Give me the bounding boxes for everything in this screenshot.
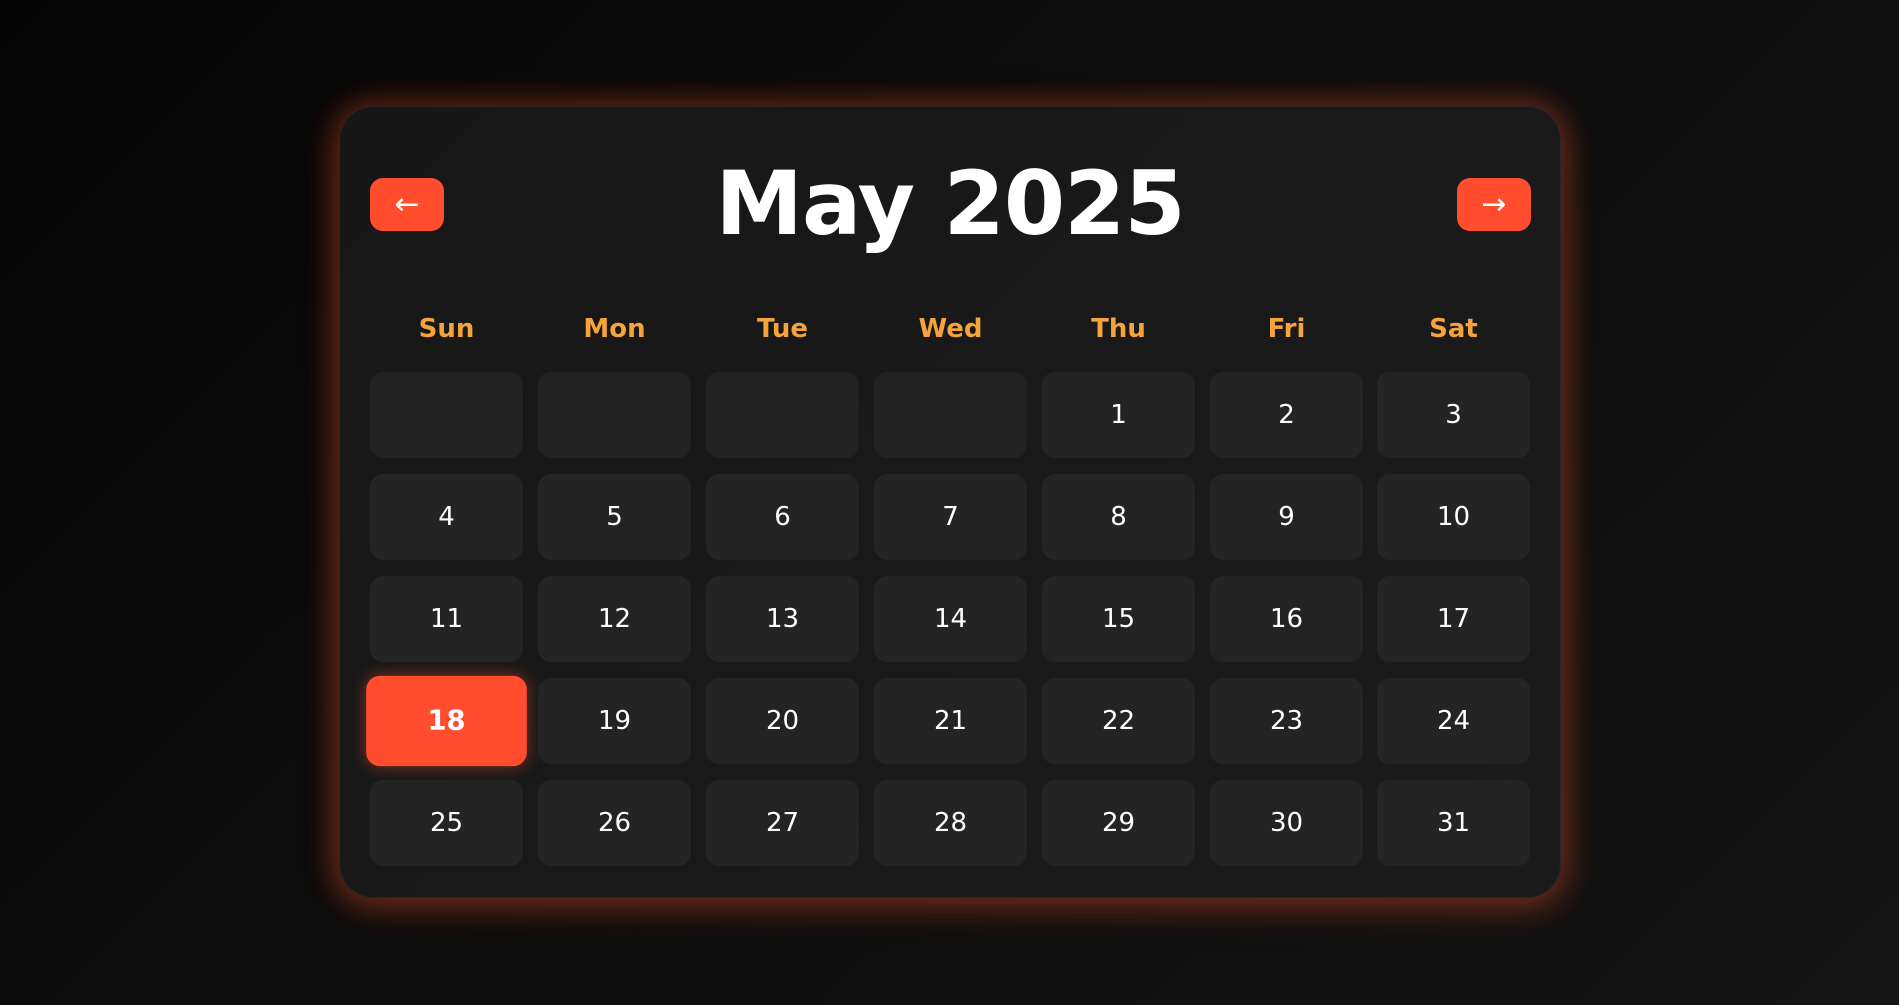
month-title: May 2025 xyxy=(715,152,1185,255)
day-cell[interactable]: 1 xyxy=(1042,372,1195,458)
day-cell[interactable]: 26 xyxy=(538,780,691,866)
day-cell-empty xyxy=(370,372,523,458)
weekday-thu: Thu xyxy=(1091,314,1146,344)
day-cell[interactable]: 27 xyxy=(706,780,859,866)
day-cell[interactable]: 15 xyxy=(1042,576,1195,662)
day-cell[interactable]: 7 xyxy=(874,474,1027,560)
page-background: ← May 2025 → Sun Mon Tue Wed Thu Fri Sat… xyxy=(0,0,1899,1005)
weekday-fri: Fri xyxy=(1267,314,1306,344)
day-cell[interactable]: 5 xyxy=(538,474,691,560)
day-cell[interactable]: 6 xyxy=(706,474,859,560)
day-cell[interactable]: 24 xyxy=(1377,678,1530,764)
weekday-tue: Tue xyxy=(756,314,809,344)
weekday-sun: Sun xyxy=(418,314,475,344)
day-cell-empty xyxy=(874,372,1027,458)
day-cell[interactable]: 16 xyxy=(1210,576,1363,662)
day-cell[interactable]: 8 xyxy=(1042,474,1195,560)
day-cell[interactable]: 11 xyxy=(370,576,523,662)
weekday-mon: Mon xyxy=(583,314,646,344)
day-cell[interactable]: 13 xyxy=(706,576,859,662)
day-cell[interactable]: 29 xyxy=(1042,780,1195,866)
day-cell[interactable]: 23 xyxy=(1210,678,1363,764)
day-cell[interactable]: 10 xyxy=(1377,474,1530,560)
next-month-button[interactable]: → xyxy=(1457,178,1531,231)
day-cell[interactable]: 17 xyxy=(1377,576,1530,662)
weekday-wed: Wed xyxy=(918,314,983,344)
day-cell[interactable]: 14 xyxy=(874,576,1027,662)
day-cell[interactable]: 9 xyxy=(1210,474,1363,560)
day-cell[interactable]: 2 xyxy=(1210,372,1363,458)
day-cell[interactable]: 25 xyxy=(370,780,523,866)
day-cell[interactable]: 19 xyxy=(538,678,691,764)
weekday-header-row: Sun Mon Tue Wed Thu Fri Sat xyxy=(370,307,1530,351)
day-cell-selected[interactable]: 18 xyxy=(366,675,527,767)
day-cell-empty xyxy=(538,372,691,458)
day-cell[interactable]: 3 xyxy=(1377,372,1530,458)
calendar-card: ← May 2025 → Sun Mon Tue Wed Thu Fri Sat… xyxy=(339,106,1561,898)
day-cell[interactable]: 21 xyxy=(874,678,1027,764)
day-cell[interactable]: 20 xyxy=(706,678,859,764)
day-cell[interactable]: 4 xyxy=(370,474,523,560)
day-cell[interactable]: 31 xyxy=(1377,780,1530,866)
weekday-sat: Sat xyxy=(1429,314,1478,344)
day-cell[interactable]: 22 xyxy=(1042,678,1195,764)
day-cell[interactable]: 30 xyxy=(1210,780,1363,866)
day-cell-empty xyxy=(706,372,859,458)
day-cell[interactable]: 28 xyxy=(874,780,1027,866)
day-cell[interactable]: 12 xyxy=(538,576,691,662)
